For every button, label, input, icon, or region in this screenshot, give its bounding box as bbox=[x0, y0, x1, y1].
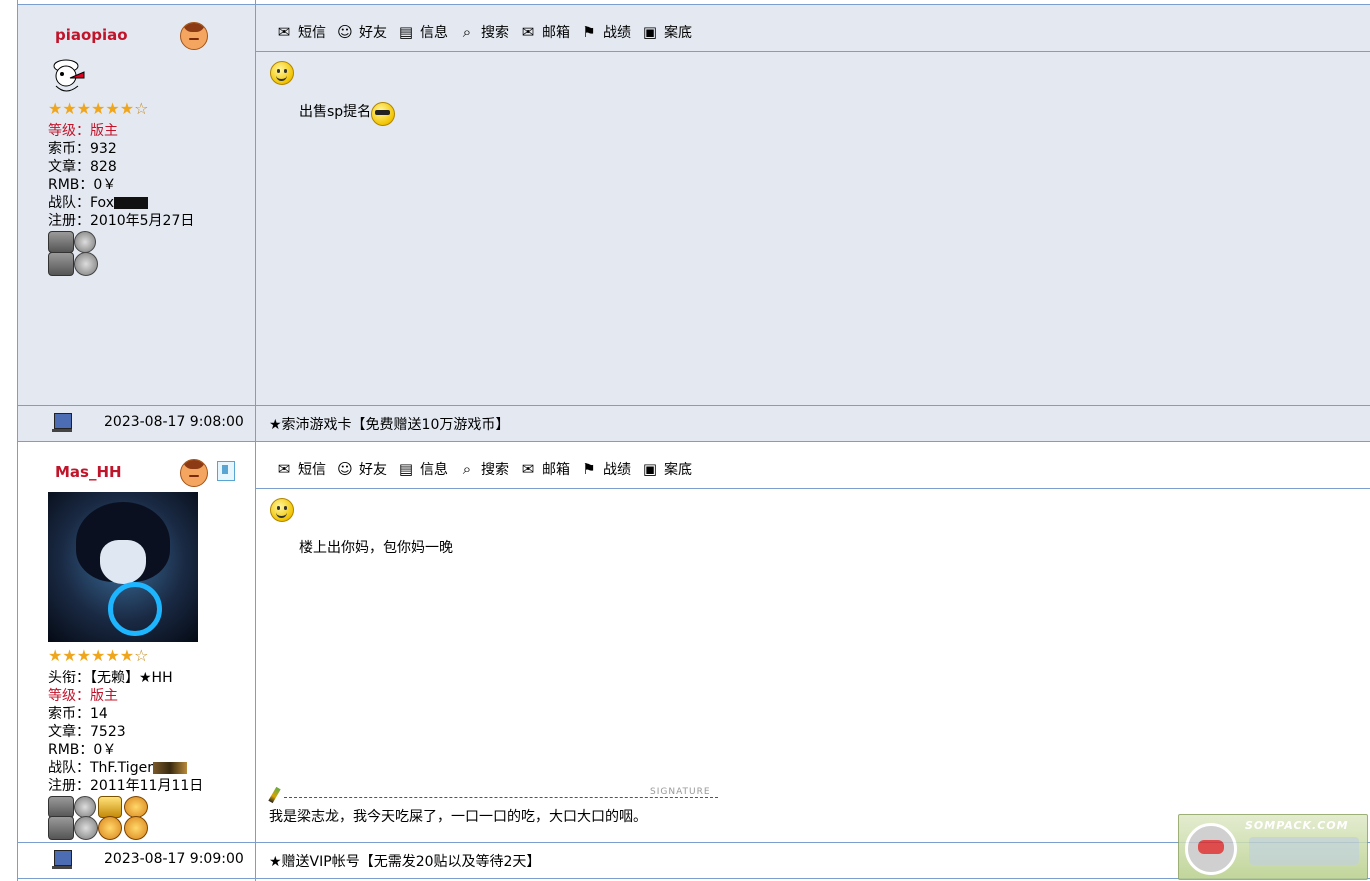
file-icon: ▣ bbox=[642, 460, 658, 478]
toolbar-friends[interactable]: ☺ 好友 bbox=[335, 22, 387, 42]
medal-icon bbox=[74, 231, 96, 253]
signature-divider bbox=[284, 797, 718, 798]
gender-face-icon bbox=[180, 22, 208, 50]
toolbar-divider bbox=[256, 51, 1370, 52]
friends-icon: ☺ bbox=[337, 23, 353, 41]
divider bbox=[255, 0, 256, 881]
toolbar-file[interactable]: ▣ 案底 bbox=[640, 22, 692, 42]
file-icon: ▣ bbox=[642, 23, 658, 41]
toolbar-info[interactable]: ▤ 信息 bbox=[396, 22, 448, 42]
medal-icon bbox=[74, 816, 98, 840]
username[interactable]: Mas_HH bbox=[55, 463, 122, 481]
toolbar-record[interactable]: ⚑ 战绩 bbox=[579, 459, 631, 479]
toolbar-info[interactable]: ▤ 信息 bbox=[396, 459, 448, 479]
coins-label: 索币：932 bbox=[48, 141, 117, 157]
toolbar-record[interactable]: ⚑ 战绩 bbox=[579, 22, 631, 42]
medal-icon bbox=[124, 796, 148, 818]
toolbar-file[interactable]: ▣ 案底 bbox=[640, 459, 692, 479]
medal-icon bbox=[48, 252, 74, 276]
rmb-label: RMB：0￥ bbox=[48, 742, 117, 758]
team-label: 战队：Fox bbox=[48, 194, 194, 212]
mail-icon: ✉ bbox=[521, 460, 535, 478]
toolbar-friends[interactable]: ☺ 好友 bbox=[335, 459, 387, 479]
divider bbox=[17, 441, 1370, 442]
divider bbox=[17, 842, 1370, 843]
ad-link[interactable]: ★索沛游戏卡【免费赠送10万游戏币】 bbox=[269, 414, 509, 434]
register-label: 注册：2010年5月27日 bbox=[48, 213, 195, 229]
post-toolbar: ✉ 短信 ☺ 好友 ▤ 信息 ⌕ 搜索 ✉ 邮箱 ⚑ 战绩 ▣ 案底 bbox=[274, 21, 701, 43]
rank-label: 等级：版主 bbox=[48, 123, 118, 139]
divider bbox=[17, 0, 18, 881]
medal-icon bbox=[98, 816, 122, 840]
info-icon: ▤ bbox=[398, 23, 414, 41]
medal-icon bbox=[48, 816, 74, 840]
signature-label: SIGNATURE bbox=[650, 787, 711, 797]
site-watermark-logo: SOMPACK.COM bbox=[1178, 814, 1368, 880]
popeye-avatar bbox=[53, 59, 85, 92]
post-message: 楼上出你妈，包你妈一晚 bbox=[299, 540, 453, 556]
rmb-label: RMB：0￥ bbox=[48, 177, 117, 193]
record-icon: ⚑ bbox=[582, 23, 596, 41]
team-label: 战队：ThF.Tiger bbox=[48, 759, 203, 777]
avatar bbox=[48, 492, 198, 642]
toolbar-sms[interactable]: ✉ 短信 bbox=[274, 459, 326, 479]
divider bbox=[17, 4, 1370, 5]
medal-icon bbox=[74, 252, 98, 276]
cool-smiley-icon bbox=[371, 102, 396, 126]
post-toolbar: ✉ 短信 ☺ 好友 ▤ 信息 ⌕ 搜索 ✉ 邮箱 ⚑ 战绩 ▣ 案底 bbox=[274, 458, 701, 480]
record-icon: ⚑ bbox=[582, 460, 596, 478]
articles-label: 文章：7523 bbox=[48, 724, 126, 740]
medal-icon bbox=[74, 796, 96, 818]
rating-stars: ★★★★★★☆ bbox=[48, 99, 149, 118]
divider bbox=[17, 878, 1370, 879]
smiley-icon bbox=[270, 498, 294, 522]
toolbar-search[interactable]: ⌕ 搜索 bbox=[457, 22, 509, 42]
coins-label: 索币：14 bbox=[48, 706, 108, 722]
toolbar-divider bbox=[256, 488, 1370, 489]
toolbar-mail[interactable]: ✉ 邮箱 bbox=[518, 459, 570, 479]
post-message: 出售sp提名 bbox=[299, 100, 396, 126]
sms-icon: ✉ bbox=[277, 23, 291, 41]
tiger-team-icon bbox=[152, 762, 187, 774]
user-info: 头衔：【无赖】★HH 等级：版主 索币：14 文章：7523 RMB：0￥ 战队… bbox=[48, 669, 203, 795]
rank-label: 等级：版主 bbox=[48, 688, 118, 704]
ad-link[interactable]: ★赠送VIP帐号【无需发20贴以及等待2天】 bbox=[269, 851, 540, 871]
sms-icon: ✉ bbox=[277, 460, 291, 478]
smiley-icon bbox=[270, 61, 294, 85]
divider bbox=[17, 405, 1370, 406]
search-icon: ⌕ bbox=[462, 460, 472, 478]
pirate-flag-icon bbox=[113, 197, 148, 209]
articles-label: 文章：828 bbox=[48, 159, 117, 175]
register-label: 注册：2011年11月11日 bbox=[48, 778, 204, 794]
medal-icon bbox=[48, 231, 74, 253]
username[interactable]: piaopiao bbox=[55, 26, 128, 44]
computer-icon bbox=[52, 413, 72, 432]
toolbar-sms[interactable]: ✉ 短信 bbox=[274, 22, 326, 42]
online-device-icon bbox=[217, 461, 235, 481]
post-1-background bbox=[17, 4, 1370, 406]
friends-icon: ☺ bbox=[337, 460, 353, 478]
post-time: 2023-08-17 9:09:00 bbox=[104, 851, 244, 867]
computer-icon bbox=[52, 850, 72, 869]
medal-icon bbox=[48, 796, 74, 818]
toolbar-search[interactable]: ⌕ 搜索 bbox=[457, 459, 509, 479]
medal-icon bbox=[98, 796, 122, 818]
search-icon: ⌕ bbox=[462, 23, 472, 41]
gender-face-icon bbox=[180, 459, 208, 487]
title-label: 头衔：【无赖】★HH bbox=[48, 670, 173, 686]
medal-icon bbox=[124, 816, 148, 840]
info-icon: ▤ bbox=[398, 460, 414, 478]
toolbar-mail[interactable]: ✉ 邮箱 bbox=[518, 22, 570, 42]
mail-icon: ✉ bbox=[521, 23, 535, 41]
post-2-background bbox=[17, 442, 1370, 842]
post-time: 2023-08-17 9:08:00 bbox=[104, 414, 244, 430]
rating-stars: ★★★★★★☆ bbox=[48, 646, 149, 665]
signature-text: 我是梁志龙，我今天吃屎了，一口一口的吃，大口大口的咽。 bbox=[269, 809, 647, 825]
user-info: 等级：版主 索币：932 文章：828 RMB：0￥ 战队：Fox 注册：201… bbox=[48, 122, 194, 230]
